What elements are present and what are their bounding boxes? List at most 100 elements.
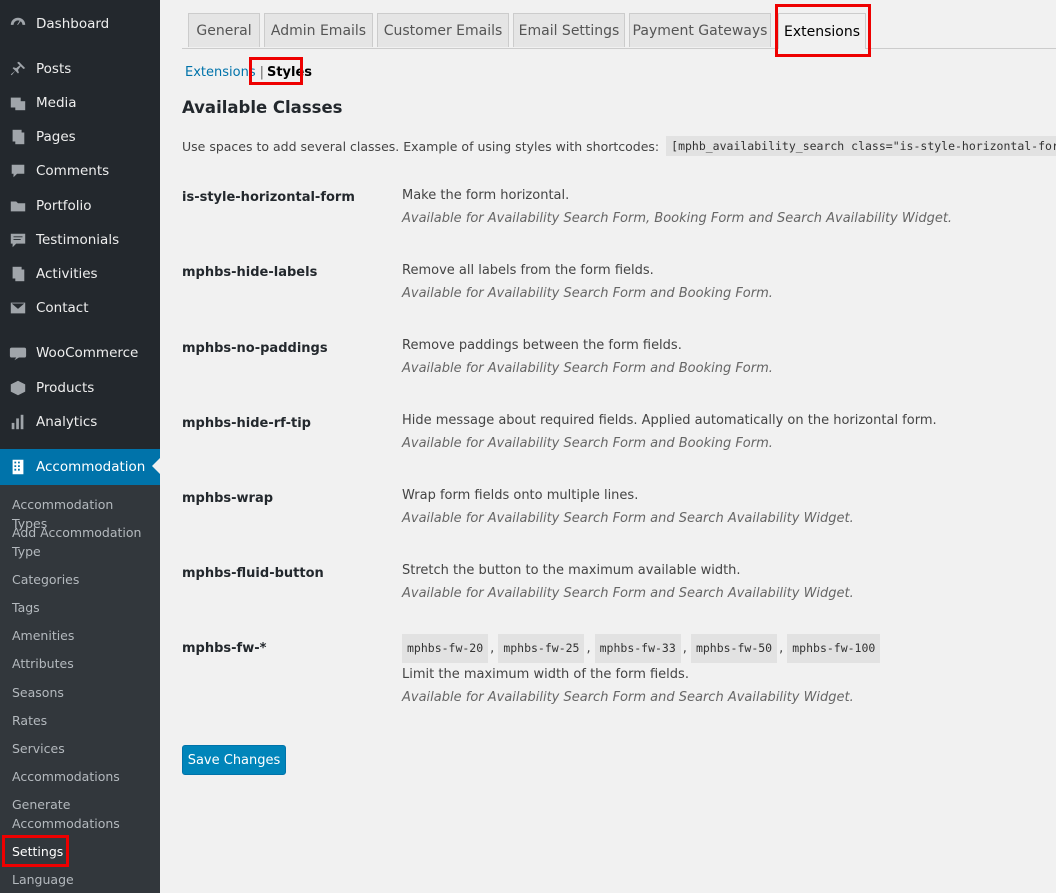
class-availability-note: Available for Availability Search Form a…	[402, 586, 854, 601]
class-name: mphbs-hide-rf-tip	[182, 416, 311, 431]
dashboard-icon	[8, 14, 28, 34]
code-fw-33: mphbs-fw-33	[594, 634, 681, 663]
submenu-item-attributes[interactable]: Attributes	[12, 654, 152, 673]
submenu-item-categories[interactable]: Categories	[12, 570, 152, 589]
sidebar-item-activities[interactable]: Activities	[0, 257, 160, 291]
sidebar-item-label: Testimonials	[36, 232, 120, 248]
sidebar-item-portfolio[interactable]: Portfolio	[0, 189, 160, 223]
sidebar-item-label: Products	[36, 380, 95, 396]
settings-highlight-box	[2, 835, 69, 867]
class-description: Remove all labels from the form fields. …	[402, 259, 773, 305]
class-name: mphbs-no-paddings	[182, 341, 328, 356]
code-fw-50: mphbs-fw-50	[690, 634, 778, 663]
class-name: mphbs-fluid-button	[182, 566, 324, 581]
code-fw-20: mphbs-fw-20	[402, 634, 489, 663]
folder-icon	[8, 196, 28, 216]
pin-icon	[8, 59, 28, 79]
testimonial-icon	[8, 230, 28, 250]
submenu-item-accommodations[interactable]: Accommodations	[12, 767, 152, 786]
sidebar-item-pages[interactable]: Pages	[0, 120, 160, 154]
sidebar-item-label: Pages	[36, 129, 76, 145]
submenu-item-language[interactable]: Language	[12, 870, 152, 889]
class-availability-note: Available for Availability Search Form a…	[402, 361, 773, 376]
intro-description: Use spaces to add several classes. Examp…	[182, 138, 660, 154]
sidebar-item-label: Media	[36, 95, 77, 111]
tab-email-settings[interactable]: Email Settings	[513, 13, 625, 47]
sidebar-item-label: Analytics	[36, 414, 98, 430]
woocommerce-icon	[8, 343, 28, 363]
intro-shortcode-example: [mphb_availability_search class="is-styl…	[666, 136, 1056, 156]
sidebar-item-media[interactable]: Media	[0, 86, 160, 120]
class-desc-text: Remove all labels from the form fields.	[402, 263, 654, 278]
submenu-item-seasons[interactable]: Seasons	[12, 683, 152, 702]
submenu-item-add-accommodation-type[interactable]: Add Accommodation Type	[12, 523, 152, 561]
sidebar-item-contact[interactable]: Contact	[0, 291, 160, 325]
width-class-codes: mphbs-fw-20, mphbs-fw-25, mphbs-fw-33, m…	[402, 634, 881, 663]
class-availability-note: Available for Availability Search Form a…	[402, 286, 773, 301]
class-name: is-style-horizontal-form	[182, 190, 355, 205]
mail-icon	[8, 298, 28, 318]
comment-icon	[8, 161, 28, 181]
sidebar-item-label: Contact	[36, 300, 89, 316]
tab-payment-gateways[interactable]: Payment Gateways	[629, 13, 771, 47]
admin-sidebar: Dashboard Posts Media Pages Comments Por…	[0, 0, 160, 893]
class-availability-note: Available for Availability Search Form, …	[402, 211, 953, 226]
class-desc-text: Remove paddings between the form fields.	[402, 338, 682, 353]
sidebar-item-analytics[interactable]: Analytics	[0, 405, 160, 439]
accommodation-submenu: Accommodation Types Add Accommodation Ty…	[0, 485, 160, 893]
current-indicator-arrow	[152, 458, 160, 474]
class-desc-text: Make the form horizontal.	[402, 188, 570, 203]
class-description: mphbs-fw-20, mphbs-fw-25, mphbs-fw-33, m…	[402, 634, 881, 709]
sidebar-item-testimonials[interactable]: Testimonials	[0, 223, 160, 257]
class-name: mphbs-wrap	[182, 491, 274, 506]
class-availability-note: Available for Availability Search Form a…	[402, 436, 773, 451]
sidebar-item-label: WooCommerce	[36, 345, 139, 361]
sidebar-item-label: Dashboard	[36, 16, 110, 32]
sidebar-item-comments[interactable]: Comments	[0, 154, 160, 188]
class-availability-note: Available for Availability Search Form a…	[402, 690, 854, 705]
page-title: Available Classes	[182, 98, 343, 117]
submenu-item-generate-accommodations[interactable]: Generate Accommodations	[12, 795, 152, 833]
class-description: Stretch the button to the maximum availa…	[402, 559, 854, 605]
class-desc-text: Wrap form fields onto multiple lines.	[402, 488, 639, 503]
class-desc-text: Hide message about required fields. Appl…	[402, 413, 937, 428]
sidebar-item-label: Activities	[36, 266, 98, 282]
class-name: mphbs-hide-labels	[182, 265, 318, 280]
class-description: Remove paddings between the form fields.…	[402, 334, 773, 380]
class-availability-note: Available for Availability Search Form a…	[402, 511, 854, 526]
settings-tabs: General Admin Emails Customer Emails Ema…	[182, 0, 1056, 49]
class-description: Wrap form fields onto multiple lines. Av…	[402, 484, 854, 530]
subnav-extensions-link[interactable]: Extensions	[185, 65, 256, 80]
class-description: Hide message about required fields. Appl…	[402, 409, 937, 455]
styles-highlight-box	[249, 57, 303, 85]
sidebar-item-label: Comments	[36, 163, 110, 179]
sidebar-item-products[interactable]: Products	[0, 371, 160, 405]
tab-admin-emails[interactable]: Admin Emails	[264, 13, 373, 47]
code-fw-25: mphbs-fw-25	[498, 634, 585, 663]
sidebar-item-accommodation[interactable]: Accommodation	[0, 449, 160, 485]
sidebar-item-posts[interactable]: Posts	[0, 52, 160, 86]
submenu-item-services[interactable]: Services	[12, 739, 152, 758]
intro-text: Use spaces to add several classes. Examp…	[182, 136, 1056, 156]
code-fw-100: mphbs-fw-100	[787, 634, 881, 663]
sidebar-item-label: Posts	[36, 61, 72, 77]
save-changes-button[interactable]: Save Changes	[182, 745, 286, 775]
tab-customer-emails[interactable]: Customer Emails	[377, 13, 509, 47]
sidebar-item-dashboard[interactable]: Dashboard	[0, 7, 160, 41]
sidebar-item-label: Portfolio	[36, 198, 92, 214]
box-icon	[8, 378, 28, 398]
submenu-item-rates[interactable]: Rates	[12, 711, 152, 730]
class-description: Make the form horizontal. Available for …	[402, 184, 952, 230]
submenu-item-tags[interactable]: Tags	[12, 598, 152, 617]
tab-general[interactable]: General	[188, 13, 260, 47]
sidebar-item-woocommerce[interactable]: WooCommerce	[0, 336, 160, 370]
extensions-tab-highlight-box	[775, 4, 871, 57]
media-icon	[8, 93, 28, 113]
class-name: mphbs-fw-*	[182, 641, 267, 656]
class-desc-text: Stretch the button to the maximum availa…	[402, 563, 741, 578]
submenu-item-amenities[interactable]: Amenities	[12, 626, 152, 645]
activities-icon	[8, 264, 28, 284]
bar-chart-icon	[8, 412, 28, 432]
building-icon	[8, 457, 28, 477]
pages-icon	[8, 127, 28, 147]
